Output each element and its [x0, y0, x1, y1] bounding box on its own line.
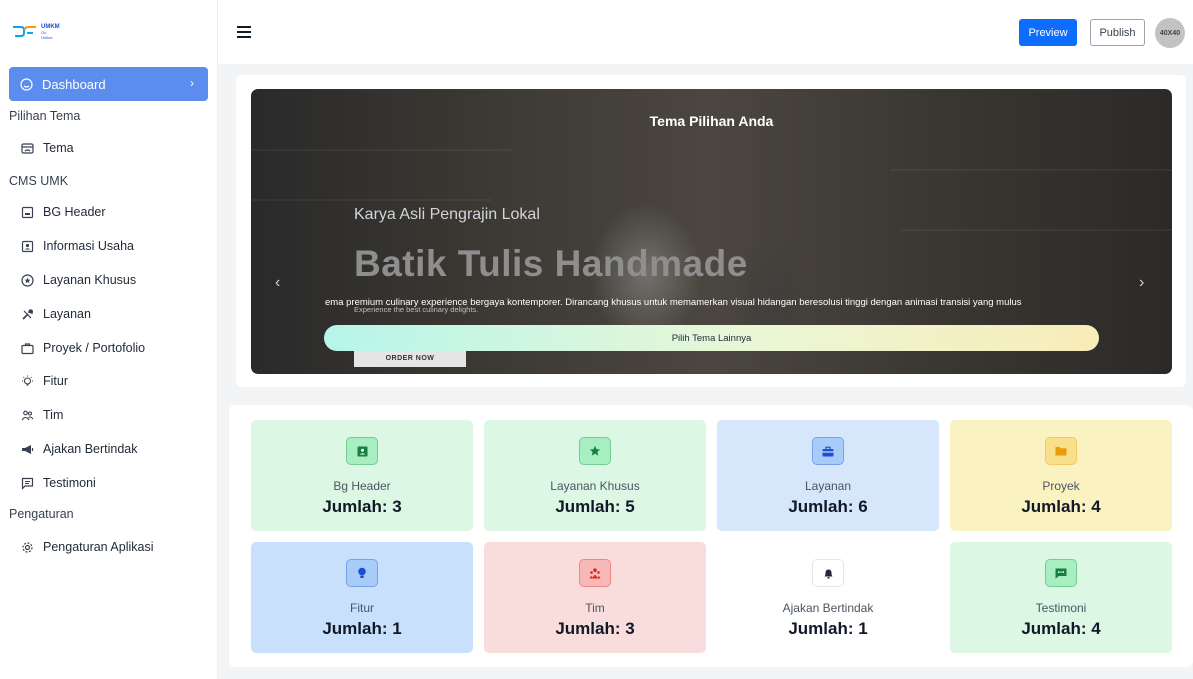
sidebar-item-label: Fitur	[43, 374, 68, 388]
stat-label: Bg Header	[333, 479, 391, 493]
chevron-right-icon: ›	[190, 76, 194, 90]
topbar: Preview Publish 40X40	[218, 0, 1193, 64]
theme-preview-banner: Tema Pilihan Anda Karya Asli Pengrajin L…	[251, 89, 1172, 374]
sidebar-item-proyek-portofolio[interactable]: Proyek / Portofolio	[20, 339, 145, 357]
stat-card-proyek[interactable]: Proyek Jumlah: 4	[950, 420, 1172, 531]
sidebar-item-layanan-khusus[interactable]: Layanan Khusus	[20, 271, 136, 289]
stat-card-bg-header[interactable]: Bg Header Jumlah: 3	[251, 420, 473, 531]
choose-theme-button[interactable]: Pilih Tema Lainnya	[324, 325, 1099, 351]
sidebar-item-label: Testimoni	[43, 476, 96, 490]
gear-icon	[20, 540, 34, 554]
sidebar-item-testimoni[interactable]: Testimoni	[20, 474, 96, 492]
people-icon	[20, 408, 34, 422]
preview-button[interactable]: Preview	[1019, 19, 1077, 46]
section-title-pilihan-tema: Pilihan Tema	[9, 109, 81, 123]
sidebar-item-layanan[interactable]: Layanan	[20, 305, 91, 323]
stat-count: Jumlah: 3	[322, 497, 402, 516]
stat-label: Testimoni	[1035, 601, 1087, 615]
stat-label: Proyek	[1042, 479, 1080, 493]
sidebar-item-label: Layanan	[43, 307, 91, 321]
stat-count: Jumlah: 3	[555, 619, 635, 638]
section-title-pengaturan: Pengaturan	[9, 507, 74, 521]
sidebar-item-label: Tema	[43, 141, 74, 155]
stat-count: Jumlah: 1	[322, 619, 402, 638]
chat-icon	[1045, 559, 1077, 587]
stat-label: Layanan	[804, 479, 852, 493]
sidebar-item-tim[interactable]: Tim	[20, 406, 63, 424]
logo-icon	[13, 26, 36, 37]
sidebar-item-bg-header[interactable]: BG Header	[20, 203, 106, 221]
stat-count: Jumlah: 4	[1021, 497, 1101, 516]
stat-card-ajakan-bertindak[interactable]: Ajakan Bertindak Jumlah: 1	[717, 542, 939, 653]
sidebar-item-label: Informasi Usaha	[43, 239, 135, 253]
lightbulb-icon	[346, 559, 378, 587]
stat-card-layanan-khusus[interactable]: Layanan Khusus Jumlah: 5	[484, 420, 706, 531]
sidebar-item-tema[interactable]: Tema	[20, 139, 74, 157]
dashboard-icon	[19, 77, 33, 91]
sidebar-item-label: Proyek / Portofolio	[43, 341, 146, 355]
sidebar: UMKM Go Online Dashboard › Pilihan Tema …	[0, 0, 218, 679]
stat-card-testimoni[interactable]: Testimoni Jumlah: 4	[950, 542, 1172, 653]
megaphone-icon	[20, 442, 34, 456]
order-now-button[interactable]: ORDER NOW	[354, 351, 466, 367]
sidebar-item-label: Ajakan Bertindak	[43, 442, 138, 456]
sidebar-item-label: Dashboard	[42, 76, 106, 92]
stat-card-layanan[interactable]: Layanan Jumlah: 6	[717, 420, 939, 531]
banner-headline: Batik Tulis Handmade	[354, 243, 748, 284]
sidebar-item-label: Pengaturan Aplikasi	[43, 540, 154, 554]
logo-sub-2: Online	[41, 35, 53, 40]
theme-preview-card: Tema Pilihan Anda Karya Asli Pengrajin L…	[236, 75, 1186, 387]
sidebar-item-label: BG Header	[43, 205, 106, 219]
bell-icon	[812, 559, 844, 587]
sidebar-item-pengaturan-aplikasi[interactable]: Pengaturan Aplikasi	[20, 538, 154, 556]
contact-card-icon	[20, 239, 34, 253]
tools-icon	[20, 307, 34, 321]
lightbulb-icon	[20, 374, 34, 388]
banner-title: Tema Pilihan Anda	[649, 113, 774, 129]
carousel-next-icon[interactable]: ›	[1139, 274, 1144, 292]
publish-button[interactable]: Publish	[1090, 19, 1145, 46]
banner-kicker: Karya Asli Pengrajin Lokal	[354, 206, 540, 223]
theme-icon	[20, 141, 34, 155]
contact-card-icon	[346, 437, 378, 465]
stat-label: Layanan Khusus	[550, 479, 640, 493]
stat-card-tim[interactable]: Tim Jumlah: 3	[484, 542, 706, 653]
folder-icon	[1045, 437, 1077, 465]
carousel-prev-icon[interactable]: ‹	[275, 274, 280, 292]
stat-card-fitur[interactable]: Fitur Jumlah: 1	[251, 542, 473, 653]
chat-icon	[20, 476, 34, 490]
people-icon	[579, 559, 611, 587]
briefcase-icon	[20, 341, 34, 355]
sidebar-item-fitur[interactable]: Fitur	[20, 372, 68, 390]
stat-count: Jumlah: 5	[555, 497, 635, 516]
app-logo[interactable]: UMKM Go Online	[11, 24, 60, 40]
sidebar-item-dashboard[interactable]: Dashboard ›	[9, 67, 208, 101]
star-icon	[579, 437, 611, 465]
stat-label: Tim	[585, 601, 605, 615]
stat-count: Jumlah: 1	[788, 619, 868, 638]
section-title-cms-umk: CMS UMK	[9, 174, 69, 188]
banner-small-text: Experience the best culinary delights.	[354, 305, 479, 314]
sidebar-item-informasi-usaha[interactable]: Informasi Usaha	[20, 237, 134, 255]
sidebar-item-label: Layanan Khusus	[43, 273, 137, 287]
sidebar-item-ajakan-bertindak[interactable]: Ajakan Bertindak	[20, 440, 138, 458]
stat-count: Jumlah: 4	[1021, 619, 1101, 638]
briefcase-icon	[812, 437, 844, 465]
image-icon	[20, 205, 34, 219]
stat-label: Fitur	[350, 601, 374, 615]
stat-count: Jumlah: 6	[788, 497, 868, 516]
stats-panel: Bg Header Jumlah: 3 Layanan Khusus Jumlah: …	[229, 405, 1193, 667]
star-circle-icon	[20, 273, 34, 287]
avatar[interactable]: 40X40	[1155, 18, 1185, 48]
menu-icon[interactable]	[237, 26, 251, 38]
sidebar-item-label: Tim	[43, 408, 64, 422]
stat-label: Ajakan Bertindak	[782, 601, 874, 615]
